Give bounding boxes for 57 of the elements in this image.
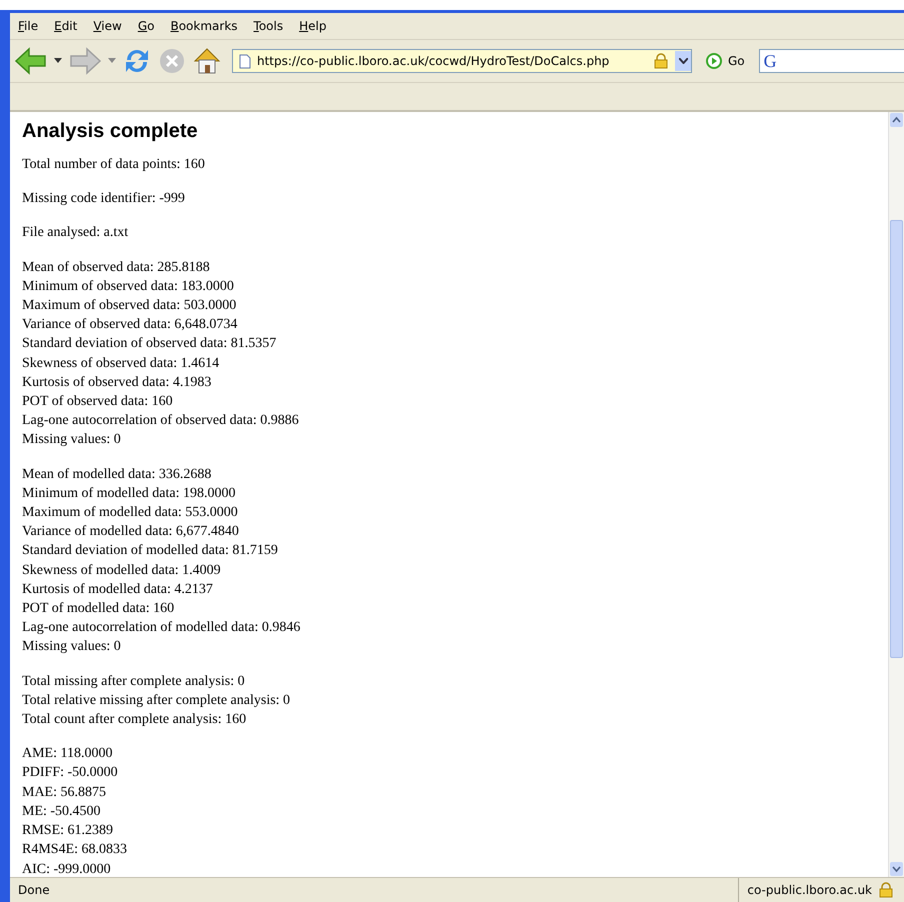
result-line: Total count after complete analysis: 160	[22, 711, 248, 730]
result-line: R4MS4E: 68.0833	[22, 841, 128, 860]
result-line: AME: 118.0000	[22, 745, 114, 764]
result-line: ME: -50.4500	[22, 802, 102, 821]
dropdown-caret-icon[interactable]	[54, 58, 62, 64]
scrollbar-thumb[interactable]	[890, 220, 903, 658]
menu-item[interactable]: Bookmarks	[162, 19, 246, 33]
search-field[interactable]: G	[758, 49, 904, 73]
result-line: Skewness of modelled data: 1.4009	[22, 562, 222, 580]
result-line: Maximum of observed data: 503.0000	[22, 297, 238, 316]
status-text: Done	[17, 883, 51, 897]
page-icon	[239, 54, 251, 68]
result-line: AIC: -999.0000	[22, 860, 112, 878]
result-line: MAE: 56.8875	[22, 784, 107, 802]
result-line: Minimum of modelled data: 198.0000	[22, 484, 236, 503]
result-line: Mean of observed data: 285.8188	[22, 258, 211, 277]
result-line: Missing values: 0	[22, 431, 122, 450]
padlock-icon	[878, 882, 894, 898]
menu-item[interactable]: View	[85, 19, 130, 33]
page-heading: Analysis complete	[22, 120, 199, 143]
go-button[interactable]: Go	[706, 53, 745, 69]
menu-item[interactable]: Tools	[246, 19, 292, 33]
result-line: Minimum of observed data: 183.0000	[22, 278, 235, 296]
result-line: Variance of observed data: 6,648.0734	[22, 316, 238, 334]
result-line: Lag-one autocorrelation of modelled data: 0.9846	[22, 619, 302, 638]
home-icon[interactable]	[192, 46, 222, 76]
result-line: Missing code identifier: -999	[22, 190, 186, 208]
scroll-down-icon[interactable]	[890, 862, 903, 876]
result-line: Standard deviation of modelled data: 81.7159	[22, 542, 279, 560]
result-line: Lag-one autocorrelation of observed data: 0.9886	[22, 412, 300, 430]
back-arrow-icon[interactable]	[14, 47, 48, 75]
status-host: co-public.lboro.ac.uk	[747, 883, 872, 897]
result-line: Total relative missing after complete analysis: 0	[22, 692, 292, 710]
result-line: Kurtosis of observed data: 4.1983	[22, 374, 212, 392]
result-line: Mean of modelled data: 336.2688	[22, 466, 212, 484]
address-field[interactable]: https://co-public.lboro.ac.uk/cocwd/HydroTest/DoCalcs.php	[232, 49, 692, 73]
result-line: Maximum of modelled data: 553.0000	[22, 504, 239, 522]
result-line: Kurtosis of modelled data: 4.2137	[22, 580, 214, 599]
search-engine-logo[interactable]: G	[764, 50, 777, 72]
result-line: Skewness of observed data: 1.4614	[22, 354, 220, 373]
result-line: Standard deviation of observed data: 81.5357	[22, 335, 278, 354]
result-line: RMSE: 61.2389	[22, 822, 114, 840]
result-line: Missing values: 0	[22, 638, 122, 656]
menu-item[interactable]: Edit	[46, 19, 86, 33]
address-dropdown-button[interactable]	[675, 51, 691, 71]
result-line: PDIFF: -50.0000	[22, 764, 119, 782]
result-line: Total missing after complete analysis: 0	[22, 672, 246, 691]
scroll-up-icon[interactable]	[890, 113, 903, 127]
menu-item[interactable]: File	[10, 19, 46, 33]
result-line: POT of modelled data: 160	[22, 600, 176, 618]
caret-icon	[678, 58, 688, 64]
result-line: POT of observed data: 160	[22, 393, 174, 412]
result-line: Total number of data points: 160	[22, 156, 206, 174]
menu-item[interactable]: Help	[291, 19, 334, 33]
menu-item[interactable]: Go	[130, 19, 162, 33]
result-line: File analysed: a.txt	[22, 224, 130, 242]
result-line: Variance of modelled data: 6,677.4840	[22, 523, 240, 542]
